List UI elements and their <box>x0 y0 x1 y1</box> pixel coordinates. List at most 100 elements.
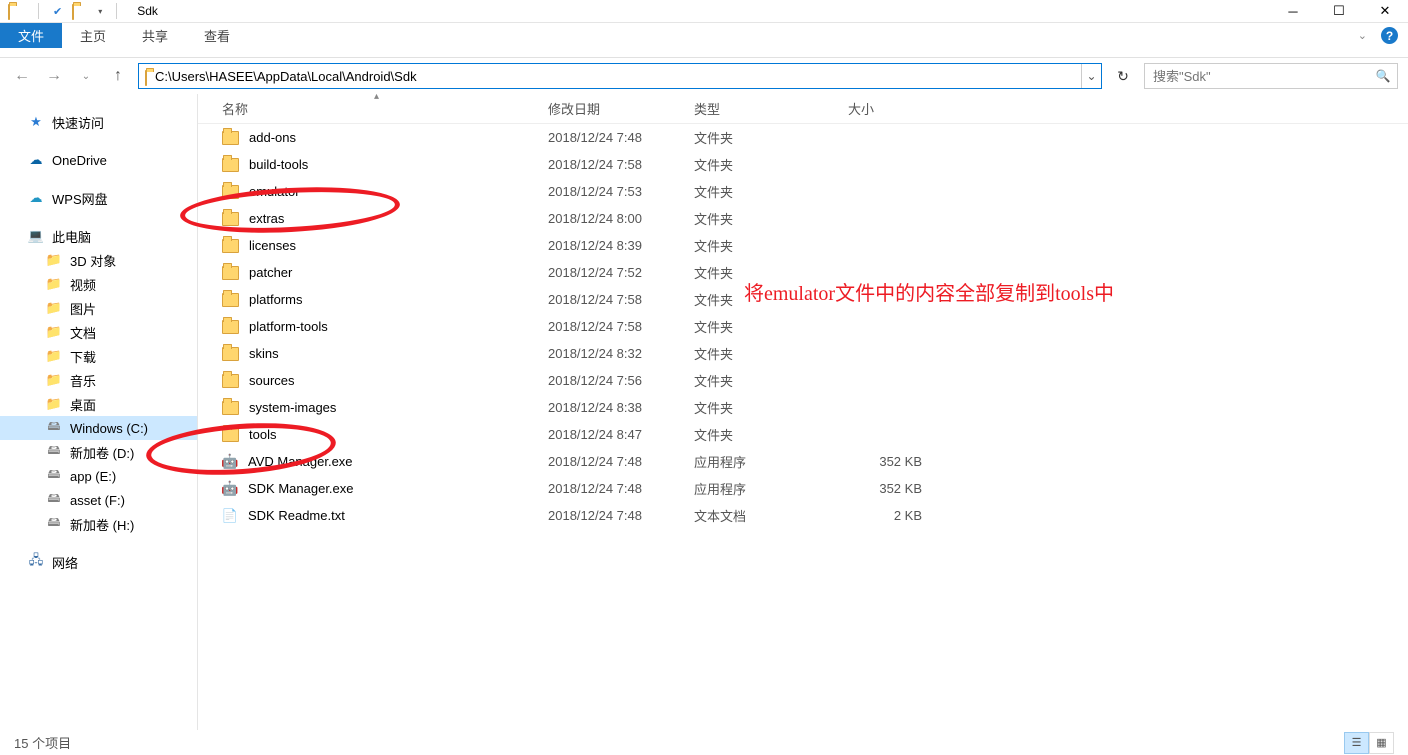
tab-view[interactable]: 查看 <box>186 23 248 48</box>
sidebar-item-label: 网络 <box>52 553 78 572</box>
recent-dropdown[interactable]: ⌄ <box>74 64 98 88</box>
tab-share[interactable]: 共享 <box>124 23 186 48</box>
col-date[interactable]: 修改日期 <box>548 99 694 118</box>
table-row[interactable]: licenses2018/12/24 8:39文件夹 <box>198 232 1408 259</box>
sidebar-item-pictures[interactable]: 📁图片 <box>0 296 197 320</box>
sidebar-item-wps[interactable]: ☁WPS网盘 <box>0 186 197 210</box>
search-input[interactable] <box>1145 69 1369 84</box>
sidebar-item-appe[interactable]: 🖴app (E:) <box>0 464 197 488</box>
close-button[interactable]: ✕ <box>1362 0 1408 23</box>
sidebar-item-label: 视频 <box>70 275 96 294</box>
file-type: 文件夹 <box>694 182 848 201</box>
view-icons-button[interactable]: ▦ <box>1369 732 1394 754</box>
sidebar-item-vold[interactable]: 🖴新加卷 (D:) <box>0 440 197 464</box>
address-input[interactable] <box>153 67 1081 86</box>
file-type: 应用程序 <box>694 479 848 498</box>
file-type: 文件夹 <box>694 209 848 228</box>
sidebar-item-onedrive[interactable]: ☁OneDrive <box>0 148 197 172</box>
navbar: ← → ⌄ ↑ ⌄ ↻ 🔍 <box>0 58 1408 94</box>
help-icon[interactable]: ? <box>1381 27 1398 44</box>
table-row[interactable]: extras2018/12/24 8:00文件夹 <box>198 205 1408 232</box>
folder-icon <box>222 428 239 442</box>
sidebar-item-network[interactable]: 🖧网络 <box>0 550 197 574</box>
cloud-icon: ☁ <box>28 190 44 206</box>
sidebar-item-desktop[interactable]: 📁桌面 <box>0 392 197 416</box>
folder-icon <box>222 266 239 280</box>
sidebar-item-volh[interactable]: 🖴新加卷 (H:) <box>0 512 197 536</box>
folder-icon: 📁 <box>46 252 62 268</box>
sidebar-item-label: 下载 <box>70 347 96 366</box>
sidebar-item-label: 新加卷 (D:) <box>70 443 134 462</box>
file-name: add-ons <box>249 130 296 145</box>
sidebar-item-videos[interactable]: 📁 视频 <box>0 272 197 296</box>
file-name: SDK Manager.exe <box>248 481 354 496</box>
table-row[interactable]: system-images2018/12/24 8:38文件夹 <box>198 394 1408 421</box>
search-icon[interactable]: 🔍 <box>1369 69 1397 83</box>
refresh-button[interactable]: ↻ <box>1110 63 1136 89</box>
back-button[interactable]: ← <box>10 64 34 88</box>
sidebar-item-label: asset (F:) <box>70 493 125 508</box>
up-button[interactable]: ↑ <box>106 64 130 88</box>
sidebar-item-label: Windows (C:) <box>70 421 148 436</box>
sidebar-item-quick[interactable]: ★快速访问 <box>0 110 197 134</box>
col-type[interactable]: 类型 <box>694 99 848 118</box>
text-file-icon: 📄 <box>222 508 238 524</box>
sidebar-item-downloads[interactable]: 📁下载 <box>0 344 197 368</box>
sidebar-item-music[interactable]: 📁音乐 <box>0 368 197 392</box>
col-name[interactable]: 名称▴ <box>222 99 548 118</box>
chevron-down-icon[interactable]: ▾ <box>98 7 102 16</box>
maximize-button[interactable]: ☐ <box>1316 0 1362 23</box>
sidebar-item-assetf[interactable]: 🖴asset (F:) <box>0 488 197 512</box>
folder-icon <box>222 131 239 145</box>
file-type: 文件夹 <box>694 128 848 147</box>
table-row[interactable]: platforms2018/12/24 7:58文件夹 <box>198 286 1408 313</box>
table-row[interactable]: sources2018/12/24 7:56文件夹 <box>198 367 1408 394</box>
file-type: 文件夹 <box>694 236 848 255</box>
folder-icon <box>8 3 24 19</box>
file-name: SDK Readme.txt <box>248 508 345 523</box>
quick-access-toolbar: ✔ ▾ Sdk <box>0 3 158 19</box>
search-box[interactable]: 🔍 <box>1144 63 1398 89</box>
table-row[interactable]: skins2018/12/24 8:32文件夹 <box>198 340 1408 367</box>
chevron-down-icon[interactable]: ⌄ <box>1358 29 1367 42</box>
folder-icon: 📁 <box>46 276 62 292</box>
sidebar: ★快速访问 ☁OneDrive ☁WPS网盘 💻此电脑 📁3D 对象 📁 视频 📁… <box>0 94 198 730</box>
address-dropdown[interactable]: ⌄ <box>1081 64 1101 88</box>
table-row[interactable]: emulator2018/12/24 7:53文件夹 <box>198 178 1408 205</box>
file-size: 2 KB <box>848 508 938 523</box>
main: ★快速访问 ☁OneDrive ☁WPS网盘 💻此电脑 📁3D 对象 📁 视频 📁… <box>0 94 1408 730</box>
table-row[interactable]: patcher2018/12/24 7:52文件夹 <box>198 259 1408 286</box>
file-type: 文件夹 <box>694 155 848 174</box>
drive-icon: 🖴 <box>46 516 62 532</box>
cloud-icon: ☁ <box>28 152 44 168</box>
forward-button[interactable]: → <box>42 64 66 88</box>
folder-icon <box>145 69 147 83</box>
table-row[interactable]: 🤖AVD Manager.exe2018/12/24 7:48应用程序352 K… <box>198 448 1408 475</box>
sidebar-item-3d[interactable]: 📁3D 对象 <box>0 248 197 272</box>
drive-icon: 🖴 <box>46 420 62 436</box>
view-details-button[interactable]: ☰ <box>1344 732 1369 754</box>
table-row[interactable]: add-ons2018/12/24 7:48文件夹 <box>198 124 1408 151</box>
drive-icon: 🖴 <box>46 468 62 484</box>
address-bar[interactable]: ⌄ <box>138 63 1102 89</box>
folder-icon: 📁 <box>46 324 62 340</box>
sidebar-item-docs[interactable]: 📁文档 <box>0 320 197 344</box>
tab-file[interactable]: 文件 <box>0 23 62 48</box>
table-row[interactable]: 📄SDK Readme.txt2018/12/24 7:48文本文档2 KB <box>198 502 1408 529</box>
table-row[interactable]: build-tools2018/12/24 7:58文件夹 <box>198 151 1408 178</box>
table-row[interactable]: platform-tools2018/12/24 7:58文件夹 <box>198 313 1408 340</box>
checkmark-icon[interactable]: ✔ <box>53 5 62 18</box>
folder-icon <box>72 3 88 19</box>
minimize-button[interactable]: ─ <box>1270 0 1316 23</box>
file-name: emulator <box>249 184 300 199</box>
file-type: 文件夹 <box>694 263 848 282</box>
tab-home[interactable]: 主页 <box>62 23 124 48</box>
sidebar-item-winc[interactable]: 🖴 Windows (C:) <box>0 416 197 440</box>
sidebar-item-thispc[interactable]: 💻此电脑 <box>0 224 197 248</box>
folder-icon <box>222 347 239 361</box>
window-controls: ─ ☐ ✕ <box>1270 0 1408 23</box>
table-row[interactable]: tools2018/12/24 8:47文件夹 <box>198 421 1408 448</box>
col-size[interactable]: 大小 <box>848 99 938 118</box>
file-type: 文件夹 <box>694 344 848 363</box>
table-row[interactable]: 🤖SDK Manager.exe2018/12/24 7:48应用程序352 K… <box>198 475 1408 502</box>
